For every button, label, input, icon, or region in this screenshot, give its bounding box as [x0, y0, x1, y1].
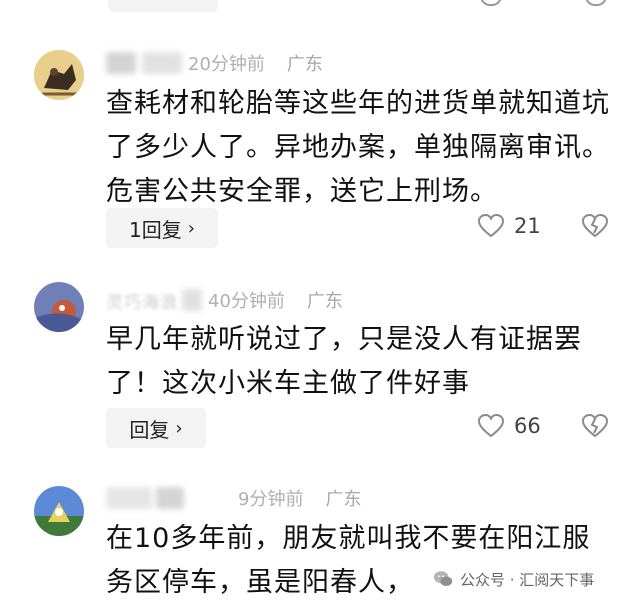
- comment-text: 在10多年前，朋友就叫我不要在阳江服务区停车，虽是阳春人，: [106, 523, 591, 598]
- comment-location: 广东: [286, 54, 323, 75]
- reply-button[interactable]: 回复 ›: [106, 408, 206, 448]
- dislike-button[interactable]: [581, 413, 609, 442]
- like-count: 21: [514, 214, 541, 238]
- reply-button[interactable]: 1回复 ›: [106, 208, 218, 248]
- comment-time: 9分钟前: [238, 489, 304, 510]
- watermark: 公众号 · 汇阅天下事: [432, 568, 594, 590]
- comment-time: 40分钟前: [208, 291, 285, 312]
- broken-heart-icon: [581, 213, 609, 238]
- nickname-redacted: [156, 487, 184, 509]
- dislike-button[interactable]: [581, 213, 609, 242]
- comment-text: 查耗材和轮胎等这些年的进货单就知道坑了多少人了。异地办案，单独隔离审讯。危害公共…: [106, 88, 610, 207]
- chevron-right-icon: ›: [175, 417, 183, 439]
- like-button[interactable]: 66: [478, 414, 541, 438]
- reply-label: 回复: [129, 417, 170, 442]
- comment-location: 广东: [325, 489, 362, 510]
- comment-time: 20分钟前: [188, 54, 265, 75]
- comment-meta: 9分钟前 广东: [106, 485, 361, 511]
- nickname-redacted: [182, 289, 202, 311]
- comment-meta: 20分钟前 广东: [106, 50, 323, 76]
- previous-heart-icon[interactable]: [480, 0, 502, 6]
- reply-label: 1回复: [129, 217, 182, 242]
- like-count: 66: [514, 414, 541, 438]
- wechat-icon: [433, 571, 453, 587]
- comment-meta: 灵巧海浪 40分钟前 广东: [106, 287, 343, 313]
- chevron-right-icon: ›: [187, 217, 195, 239]
- nickname[interactable]: 灵巧海浪: [106, 288, 178, 313]
- avatar[interactable]: [34, 486, 84, 536]
- avatar[interactable]: [34, 50, 84, 100]
- nickname-redacted: [106, 52, 136, 74]
- previous-reply-button[interactable]: [108, 0, 218, 12]
- broken-heart-icon: [581, 413, 609, 438]
- heart-icon: [478, 414, 504, 438]
- like-button[interactable]: 21: [478, 214, 541, 238]
- watermark-text: 公众号 · 汇阅天下事: [460, 570, 595, 589]
- nickname-redacted: [142, 52, 182, 74]
- previous-dislike-icon[interactable]: [585, 0, 607, 6]
- nickname-redacted: [106, 487, 152, 509]
- comment-text: 早几年就听说过了，只是没人有证据罢了！这次小米车主做了件好事: [106, 324, 582, 399]
- previous-comment-remnant: [0, 0, 640, 14]
- avatar[interactable]: [34, 282, 84, 332]
- heart-icon: [478, 214, 504, 238]
- comment-location: 广东: [306, 291, 343, 312]
